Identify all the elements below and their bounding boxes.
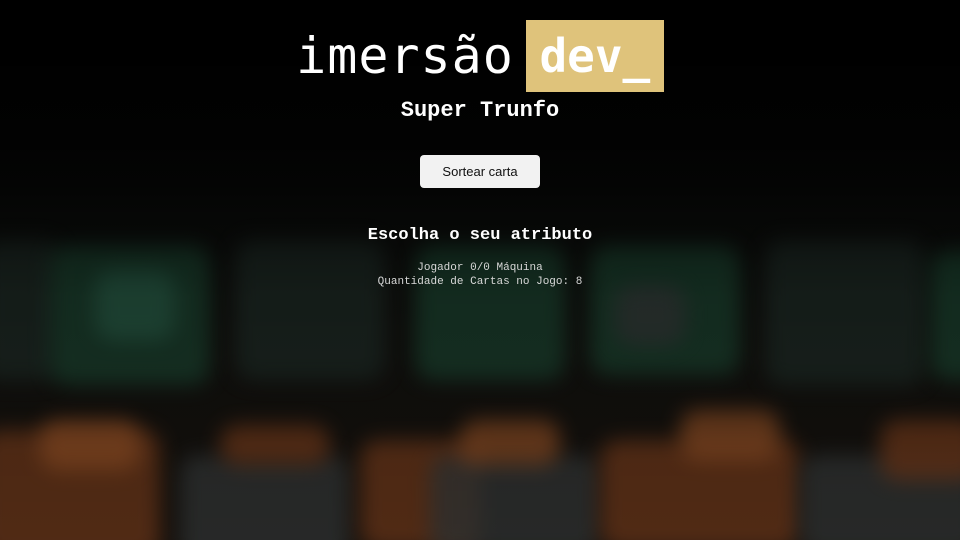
logo-highlight-box: dev_ <box>525 20 664 92</box>
logo: imersão dev_ <box>0 20 960 92</box>
logo-word: imersão <box>296 27 514 85</box>
draw-card-button[interactable]: Sortear carta <box>420 155 540 188</box>
score-line: Jogador 0/0 Máquina <box>417 262 543 274</box>
logo-highlight-text: dev_ <box>539 29 651 83</box>
attribute-heading: Escolha o seu atributo <box>367 226 593 245</box>
cards-in-game-text: Quantidade de Cartas no Jogo: 8 <box>377 276 583 288</box>
main-content: imersão dev_ Super Trunfo Sortear carta … <box>0 0 960 540</box>
page-title: Super Trunfo <box>400 98 560 123</box>
score-panel: Jogador 0/0 Máquina Quantidade de Cartas… <box>0 261 960 289</box>
page: imersão dev_ Super Trunfo Sortear carta … <box>0 0 960 540</box>
